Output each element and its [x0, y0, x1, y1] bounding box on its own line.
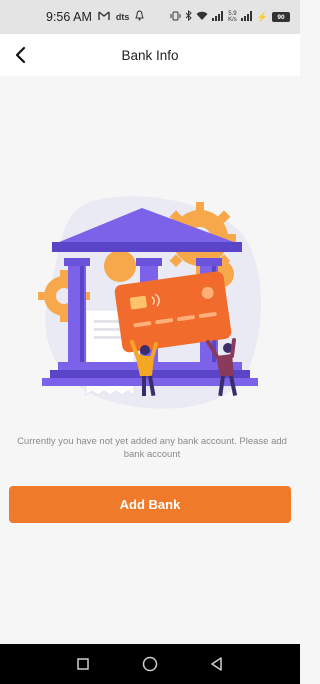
status-time: 9:56 AM	[46, 10, 92, 24]
bell-icon	[135, 10, 145, 24]
circle-icon	[142, 656, 158, 672]
status-right: 5.9 K/s ⚡ 90	[170, 9, 290, 24]
empty-state-message: Currently you have not yet added any ban…	[17, 436, 287, 460]
charging-icon: ⚡	[256, 11, 268, 22]
system-nav-bar	[0, 644, 300, 684]
battery-icon: 90	[272, 12, 290, 22]
home-button[interactable]	[135, 649, 165, 679]
vibrate-icon	[170, 11, 181, 24]
square-icon	[77, 658, 90, 670]
status-bar: 9:56 AM dts 5.9 K/s ⚡ 90	[0, 0, 300, 34]
back-button[interactable]	[6, 40, 36, 70]
dts-icon: dts	[115, 11, 130, 22]
recent-apps-button[interactable]	[68, 649, 98, 679]
signal-icon-2	[240, 10, 253, 24]
status-left: 9:56 AM dts	[46, 10, 145, 24]
page-title: Bank Info	[121, 47, 179, 63]
bluetooth-icon	[185, 9, 192, 24]
app-header: Bank Info	[0, 34, 300, 76]
net-speed: 5.9 K/s	[228, 11, 237, 23]
add-bank-button[interactable]: Add Bank	[9, 486, 291, 523]
signal-icon	[212, 10, 224, 24]
system-back-button[interactable]	[202, 649, 232, 679]
wifi-icon	[196, 11, 208, 24]
chevron-left-icon	[15, 46, 26, 64]
bank-card-illustration	[38, 196, 262, 409]
gmail-icon	[98, 10, 110, 24]
net-speed-unit: K/s	[228, 17, 237, 23]
triangle-back-icon	[211, 657, 222, 671]
